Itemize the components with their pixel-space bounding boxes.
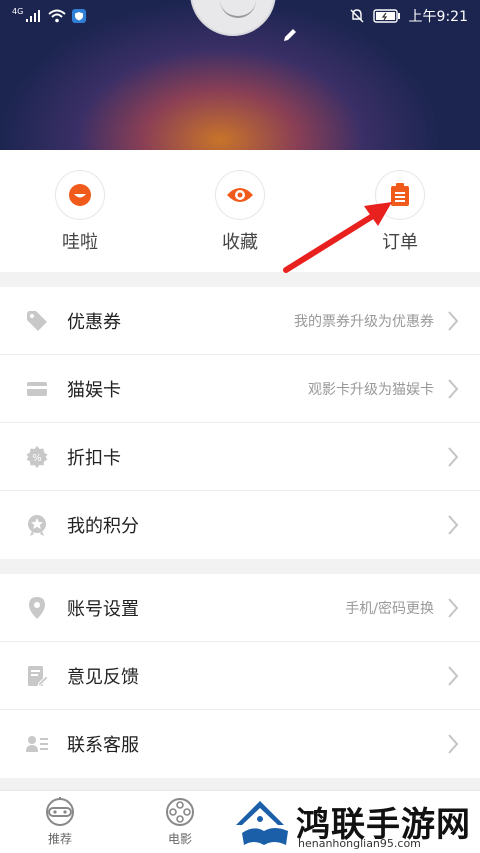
menu-row-discount-card[interactable]: % 折扣卡 [0, 423, 480, 491]
menu-row-label: 意见反馈 [67, 666, 139, 688]
svg-text:%: % [32, 453, 42, 464]
quick-action-wala[interactable]: 哇啦 [20, 170, 140, 254]
smile-icon [69, 184, 91, 206]
nav-label: 电影 [167, 832, 192, 846]
quick-action-label: 收藏 [222, 232, 258, 253]
chevron-right-icon [448, 597, 459, 618]
quick-action-favorites[interactable]: 收藏 [180, 170, 300, 254]
location-pin-icon [29, 596, 45, 619]
status-time: 上午9:21 [408, 9, 468, 25]
menu-row-desc: 观影卡升级为猫娱卡 [308, 381, 434, 398]
menu-group-benefits: 优惠券 我的票券升级为优惠券 猫娱卡 观影卡升级为猫娱卡 % 折扣卡 我的积分 [0, 287, 480, 559]
menu-row-coupons[interactable]: 优惠券 我的票券升级为优惠券 [0, 287, 480, 355]
chevron-right-icon [448, 515, 459, 535]
menu-row-label: 账号设置 [67, 598, 139, 620]
chevron-right-icon [448, 734, 459, 754]
menu-row-account-settings[interactable]: 账号设置 手机/密码更换 [0, 574, 480, 642]
shield-app-icon [72, 9, 87, 23]
menu-row-label: 联系客服 [67, 735, 139, 756]
nav-item-recommend[interactable]: 推荐 [30, 797, 90, 847]
menu-row-customer-service[interactable]: 联系客服 [0, 710, 480, 778]
bell-muted-icon [350, 9, 364, 23]
chevron-right-icon [448, 446, 459, 467]
battery-charging-icon [372, 9, 400, 23]
menu-group-account: 账号设置 手机/密码更换 意见反馈 联系客服 [0, 574, 480, 778]
quick-actions: 哇啦 收藏 订单 [0, 150, 480, 272]
network-type-label: 4G [12, 6, 24, 16]
quick-action-label: 订单 [382, 232, 418, 253]
menu-row-label: 折扣卡 [67, 447, 121, 469]
wifi-icon [48, 9, 66, 23]
contact-card-icon [26, 736, 48, 752]
watermark-url: henanhonglian95.com [298, 837, 421, 850]
menu-row-maoyu-card[interactable]: 猫娱卡 观影卡升级为猫娱卡 [0, 355, 480, 423]
star-badge-icon [28, 515, 46, 536]
nav-label: 推荐 [47, 832, 72, 846]
profile-header: 4G 上午9:21 [0, 0, 480, 150]
film-reel-icon [166, 798, 194, 826]
chevron-right-icon [448, 310, 459, 331]
quick-action-label: 哇啦 [62, 232, 98, 253]
menu-row-desc: 我的票券升级为优惠券 [294, 313, 434, 330]
quick-action-orders[interactable]: 订单 [340, 170, 460, 254]
menu-row-feedback[interactable]: 意见反馈 [0, 642, 480, 710]
tag-icon [27, 310, 47, 331]
nav-item-movies[interactable]: 电影 [150, 797, 210, 847]
menu-row-label: 我的积分 [67, 516, 139, 537]
menu-row-desc: 手机/密码更换 [345, 600, 434, 617]
site-watermark: 鸿联手游网 henanhonglian95.com [232, 795, 480, 853]
menu-row-label: 优惠券 [67, 311, 121, 333]
order-list-icon [391, 183, 409, 206]
feedback-icon [28, 665, 49, 687]
chevron-right-icon [448, 665, 459, 686]
status-bar: 4G 上午9:21 [0, 0, 480, 32]
menu-row-points[interactable]: 我的积分 [0, 491, 480, 559]
eye-icon [227, 188, 253, 202]
watermark-logo-icon [236, 801, 288, 845]
signal-icon [26, 10, 41, 22]
card-icon [27, 381, 47, 396]
percent-badge-icon: % [26, 445, 48, 468]
chevron-right-icon [448, 378, 459, 399]
robot-face-icon [46, 797, 74, 826]
menu-row-label: 猫娱卡 [67, 379, 121, 401]
